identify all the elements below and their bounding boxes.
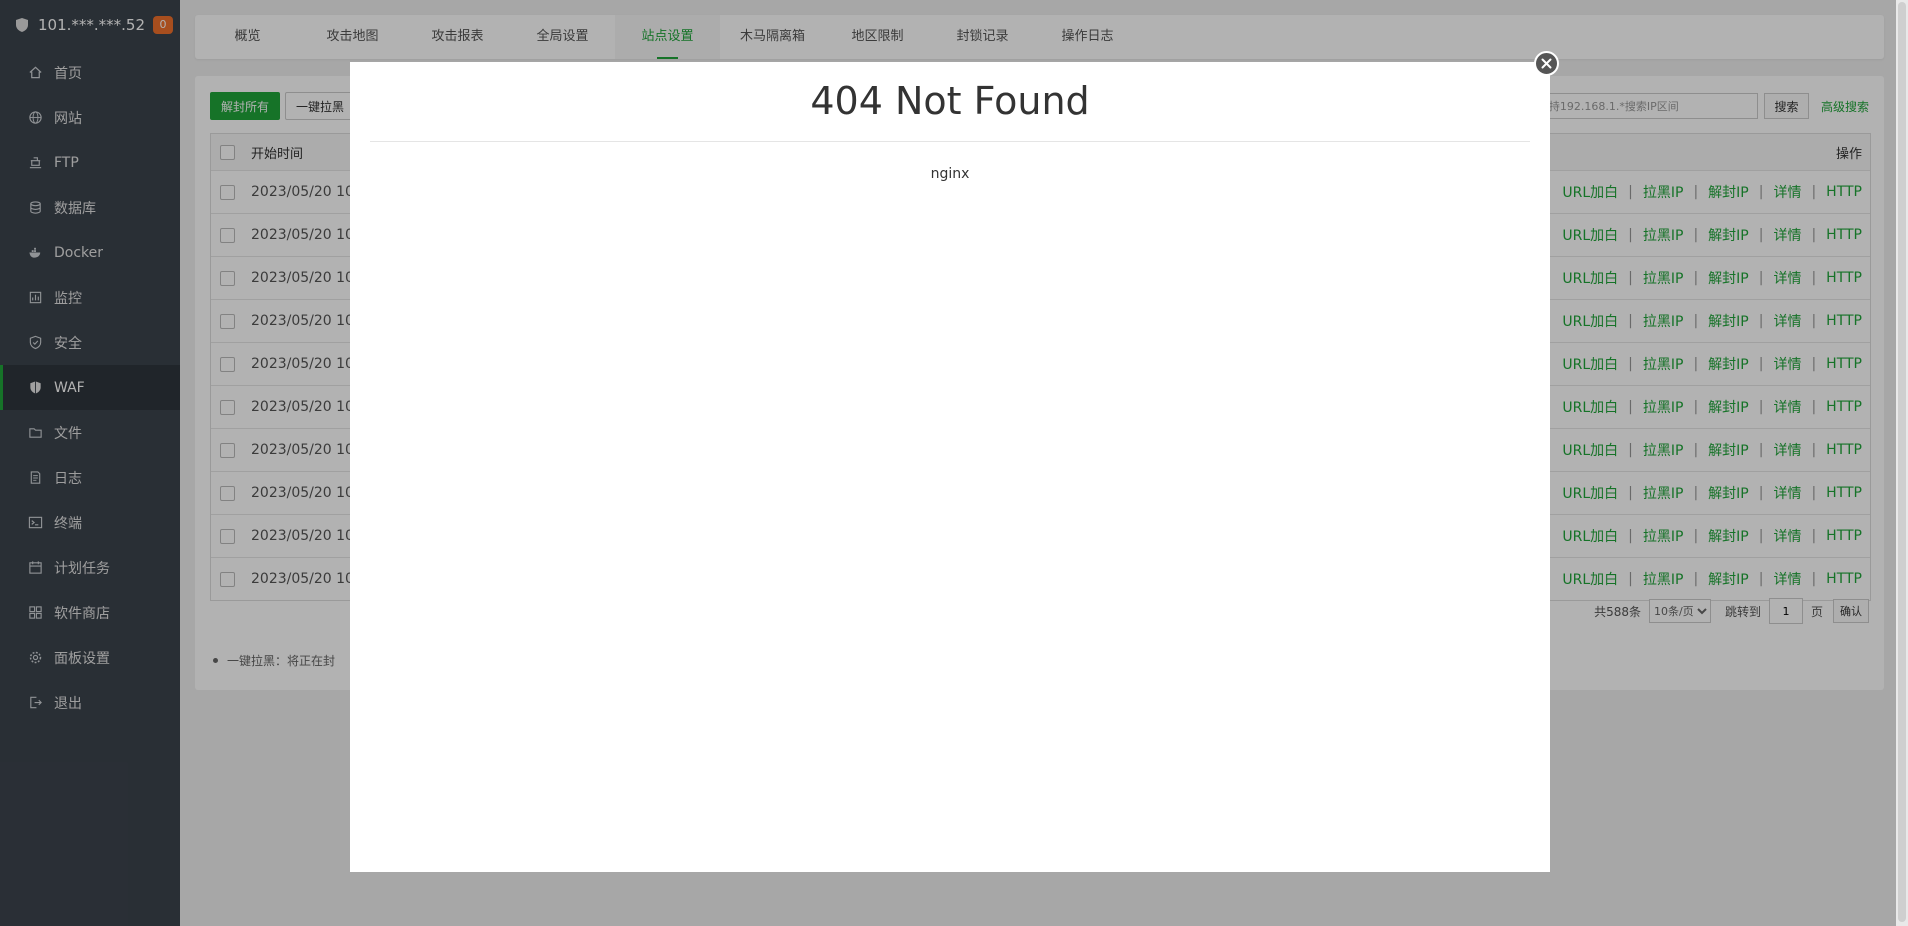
modal-server-name: nginx bbox=[930, 166, 970, 182]
modal-divider bbox=[370, 141, 1530, 142]
modal-error-title: 404 Not Found bbox=[810, 79, 1090, 123]
close-icon bbox=[1541, 58, 1552, 69]
page-scrollbar[interactable] bbox=[1896, 0, 1908, 926]
scrollbar-thumb[interactable] bbox=[1898, 2, 1906, 922]
modal-close-button[interactable] bbox=[1534, 51, 1559, 76]
error-modal: 404 Not Found nginx bbox=[350, 62, 1550, 872]
